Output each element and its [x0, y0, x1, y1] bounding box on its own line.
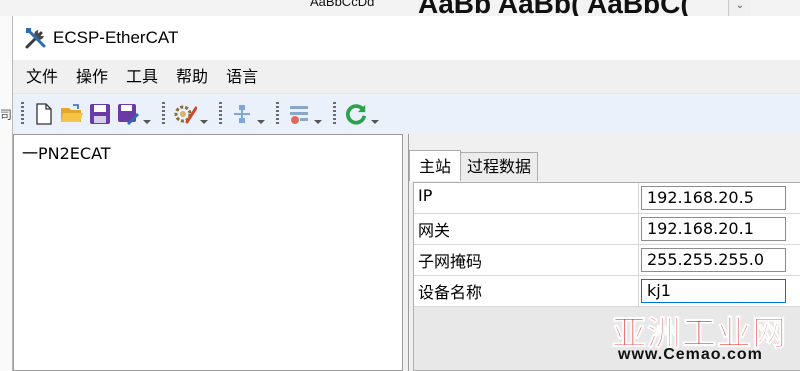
- column-divider: [638, 276, 639, 307]
- settings-dropdown[interactable]: [199, 102, 209, 126]
- app-window: ECSP-EtherCAT 文件 操作 工具 帮助 语言 一PN2ECAT 主站…: [12, 16, 800, 371]
- toolbar-grip[interactable]: [219, 102, 222, 126]
- new-file-icon: [36, 103, 52, 125]
- device-name-field[interactable]: kj1: [641, 279, 786, 303]
- network-button[interactable]: [230, 102, 254, 126]
- property-row-gateway: 网关 192.168.20.1: [414, 214, 800, 245]
- column-divider: [638, 245, 639, 276]
- remove-list-button[interactable]: [287, 102, 311, 126]
- settings-icon: [174, 105, 197, 124]
- tab-master[interactable]: 主站: [409, 150, 462, 181]
- properties-pane: 主站 过程数据 IP 192.168.20.5 网关 192.168.20.1: [408, 134, 800, 371]
- window-title: ECSP-EtherCAT: [53, 28, 179, 47]
- tree-root-item[interactable]: 一PN2ECAT: [22, 140, 111, 164]
- menu-tools[interactable]: 工具: [117, 60, 167, 93]
- column-divider: [638, 214, 639, 245]
- style-preview-large: AaBb AaBb( AaBbC(: [418, 0, 690, 16]
- menu-file[interactable]: 文件: [17, 60, 67, 93]
- new-file-button[interactable]: [32, 102, 56, 126]
- menu-bar: 文件 操作 工具 帮助 语言: [13, 60, 800, 93]
- master-tab-panel: IP 192.168.20.5 网关 192.168.20.1 子网掩码 255…: [413, 182, 800, 371]
- settings-button[interactable]: [173, 102, 197, 126]
- toolbar-grip[interactable]: [21, 102, 24, 126]
- subnet-mask-label: 子网掩码: [418, 252, 483, 271]
- save-as-icon: [118, 104, 139, 125]
- property-row-subnet-mask: 子网掩码 255.255.255.0: [414, 245, 800, 276]
- remove-list-dropdown[interactable]: [313, 102, 323, 126]
- subnet-mask-field[interactable]: 255.255.255.0: [641, 248, 786, 272]
- property-row-ip: IP 192.168.20.5: [414, 183, 800, 214]
- tools-icon: [25, 28, 46, 49]
- ip-field[interactable]: 192.168.20.5: [641, 186, 786, 210]
- open-button[interactable]: [60, 102, 84, 126]
- background-left-char: 司: [0, 108, 13, 122]
- background-word-ribbon: AaBbCcDd AaBb AaBb( AaBbC( ⌄: [0, 0, 800, 16]
- save-as-button[interactable]: [116, 102, 140, 126]
- toolbar-grip[interactable]: [162, 102, 165, 126]
- refresh-dropdown[interactable]: [370, 102, 380, 126]
- property-grid: IP 192.168.20.5 网关 192.168.20.1 子网掩码 255…: [414, 183, 800, 307]
- toolbar-grip[interactable]: [276, 102, 279, 126]
- main-area: 一PN2ECAT 主站 过程数据 IP 192.168.20.5 网关 192.…: [13, 134, 800, 371]
- save-icon: [90, 104, 110, 124]
- toolbar: [13, 93, 800, 135]
- tab-strip: 主站 过程数据: [409, 150, 539, 182]
- open-folder-icon: [61, 104, 83, 122]
- ip-label: IP: [418, 186, 433, 205]
- title-bar[interactable]: ECSP-EtherCAT: [13, 16, 800, 60]
- toolbar-grip[interactable]: [333, 102, 336, 126]
- tab-process-data[interactable]: 过程数据: [460, 152, 539, 181]
- menu-operate[interactable]: 操作: [67, 60, 117, 93]
- column-divider: [638, 183, 639, 214]
- menu-language[interactable]: 语言: [217, 60, 267, 93]
- device-tree[interactable]: 一PN2ECAT: [13, 134, 403, 371]
- network-icon: [234, 105, 250, 123]
- refresh-button[interactable]: [344, 102, 368, 126]
- save-as-dropdown[interactable]: [142, 102, 152, 126]
- menu-help[interactable]: 帮助: [167, 60, 217, 93]
- property-row-device-name: 设备名称 kj1: [414, 276, 800, 307]
- save-button[interactable]: [88, 102, 112, 126]
- refresh-icon: [346, 104, 367, 125]
- style-preview-small: AaBbCcDd: [310, 0, 375, 9]
- gateway-field[interactable]: 192.168.20.1: [641, 217, 786, 241]
- ribbon-scroll-button[interactable]: ⌄: [728, 0, 751, 16]
- gateway-label: 网关: [418, 221, 451, 240]
- device-name-label: 设备名称: [418, 283, 483, 302]
- network-dropdown[interactable]: [256, 102, 266, 126]
- list-remove-icon: [290, 106, 308, 124]
